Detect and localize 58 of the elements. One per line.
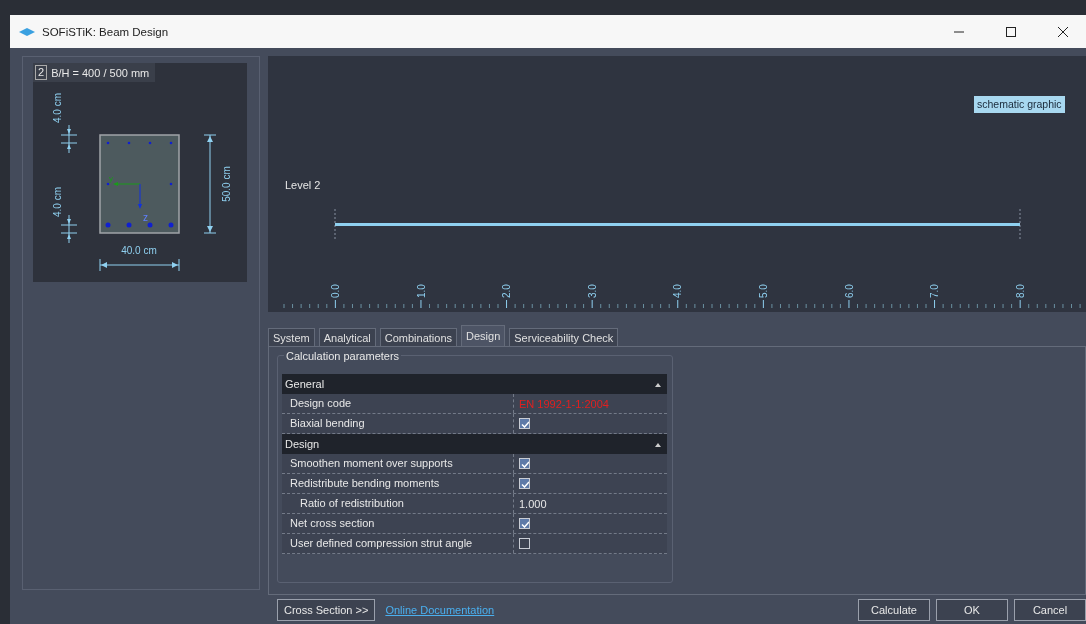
documentation-link[interactable]: Online Documentation: [385, 604, 495, 616]
level-label: Level 2: [285, 179, 321, 191]
ruler-label: 2.0: [501, 284, 513, 298]
ruler-label: 6.0: [843, 284, 855, 298]
window-title: SOFiSTiK: Beam Design: [42, 25, 169, 38]
dimension-label: 40.0 cm: [121, 245, 157, 256]
property-label: Smoothen moment over supports: [282, 454, 514, 473]
section-number: 2: [35, 65, 48, 80]
y-axis-arrow: [113, 182, 141, 186]
ruler-label: 0.0: [330, 284, 341, 298]
tab[interactable]: Combinations: [379, 328, 458, 346]
category-label: General: [285, 378, 325, 390]
checkbox[interactable]: [519, 458, 530, 469]
z-axis-arrow: [138, 183, 142, 209]
support-line: [1019, 208, 1021, 241]
category-header[interactable]: General: [282, 374, 667, 394]
group-title: Calculation parameters: [284, 350, 402, 362]
tab[interactable]: System: [268, 328, 315, 346]
cover-dimension: [60, 124, 78, 154]
cover-dimension: [60, 214, 78, 244]
section-label: B/H = 400 / 500 mm: [51, 66, 150, 79]
support-line: [334, 208, 336, 241]
ruler-label: 4.0: [672, 284, 684, 298]
checkbox[interactable]: [519, 418, 530, 429]
cross-section-button[interactable]: Cross Section >>: [277, 599, 376, 621]
dimension-label: 4.0 cm: [52, 187, 63, 217]
property-label: Design code: [282, 394, 514, 413]
property-label: Redistribute bending moments: [282, 474, 514, 493]
dialog-button[interactable]: OK: [936, 599, 1008, 621]
ruler-label: 7.0: [929, 284, 941, 298]
tab[interactable]: Design: [461, 325, 506, 346]
dimension-label: 50.0 cm: [221, 166, 232, 202]
schematic-badge: schematic graphic: [974, 96, 1065, 113]
close-icon[interactable]: [1057, 25, 1069, 38]
category-label: Design: [285, 438, 320, 450]
dialog-button[interactable]: Calculate: [858, 599, 930, 621]
tab[interactable]: Serviceability Check: [509, 328, 619, 346]
app-logo-icon: [18, 26, 36, 37]
property-value[interactable]: 1.000: [519, 497, 547, 510]
checkbox[interactable]: [519, 518, 530, 529]
ruler-label: 5.0: [758, 284, 769, 298]
dialog-button[interactable]: Cancel: [1014, 599, 1086, 621]
ruler-label: 3.0: [586, 284, 598, 298]
property-label: Net cross section: [282, 514, 514, 533]
ruler-label: 8.0: [1014, 284, 1026, 298]
collapse-icon[interactable]: [655, 441, 661, 447]
tab[interactable]: Analytical: [318, 328, 376, 346]
property-label: Biaxial bending: [282, 414, 514, 433]
maximize-icon[interactable]: [1005, 25, 1017, 38]
axis-label: z: [143, 212, 148, 223]
checkbox[interactable]: [519, 478, 530, 489]
ruler-label: 1.0: [415, 284, 427, 298]
checkbox[interactable]: [519, 538, 530, 549]
dimension-label: 4.0 cm: [52, 93, 63, 123]
property-label: User defined compression strut angle: [282, 534, 514, 553]
property-label: Ratio of redistribution: [282, 494, 514, 513]
collapse-icon[interactable]: [655, 381, 661, 387]
category-header[interactable]: Design: [282, 434, 667, 454]
